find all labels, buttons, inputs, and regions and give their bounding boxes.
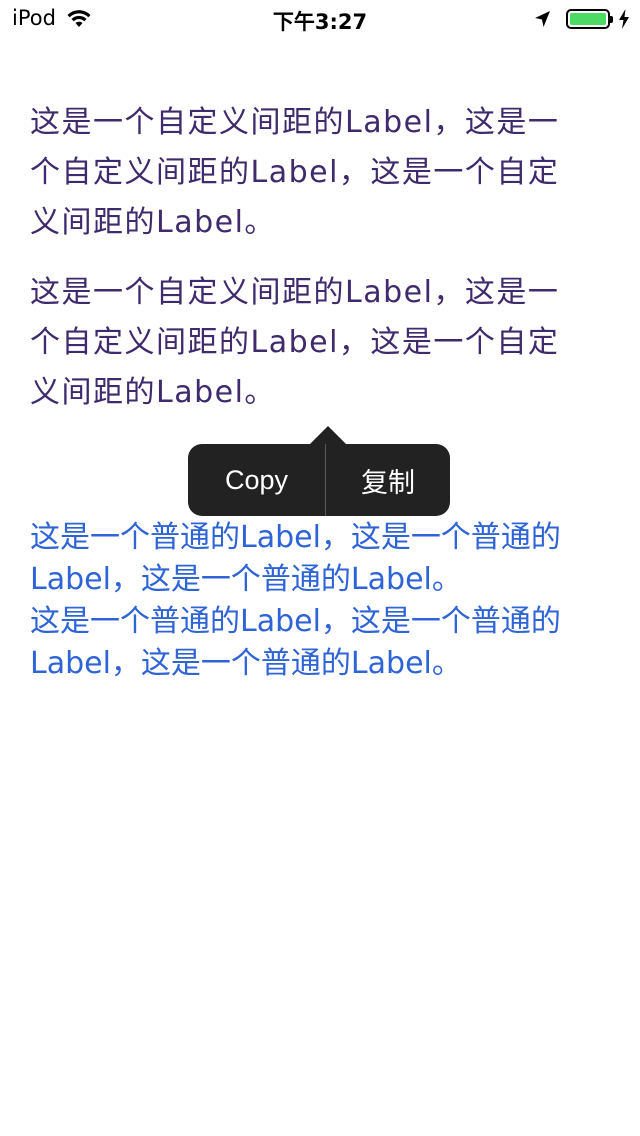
battery-icon [566, 9, 613, 29]
status-bar: iPod 下午3:27 [0, 0, 640, 40]
copy-chinese-menu-item[interactable]: 复制 [326, 444, 450, 516]
custom-spacing-label-1[interactable]: 这是一个自定义间距的Label，这是一 个自定义间距的Label，这是一个自定 … [30, 98, 610, 248]
charging-bolt-icon [619, 9, 629, 29]
custom-spacing-label-2[interactable]: 这是一个自定义间距的Label，这是一 个自定义间距的Label，这是一个自定 … [30, 268, 610, 418]
normal-label-1[interactable]: 这是一个普通的Label，这是一个普通的 Label，这是一个普通的Label。 [30, 517, 620, 601]
battery-level [570, 13, 606, 25]
status-right [532, 8, 630, 30]
edit-menu-popover: Copy 复制 [188, 426, 450, 516]
copy-menu-item[interactable]: Copy [188, 444, 325, 516]
normal-label-2[interactable]: 这是一个普通的Label，这是一个普通的 Label，这是一个普通的Label。 [30, 601, 620, 685]
popover-arrow [310, 426, 346, 444]
screen: iPod 下午3:27 这是一个自定义间距的Label，这是一 个自定义间距的L… [0, 0, 640, 1136]
location-arrow-icon [535, 11, 550, 27]
